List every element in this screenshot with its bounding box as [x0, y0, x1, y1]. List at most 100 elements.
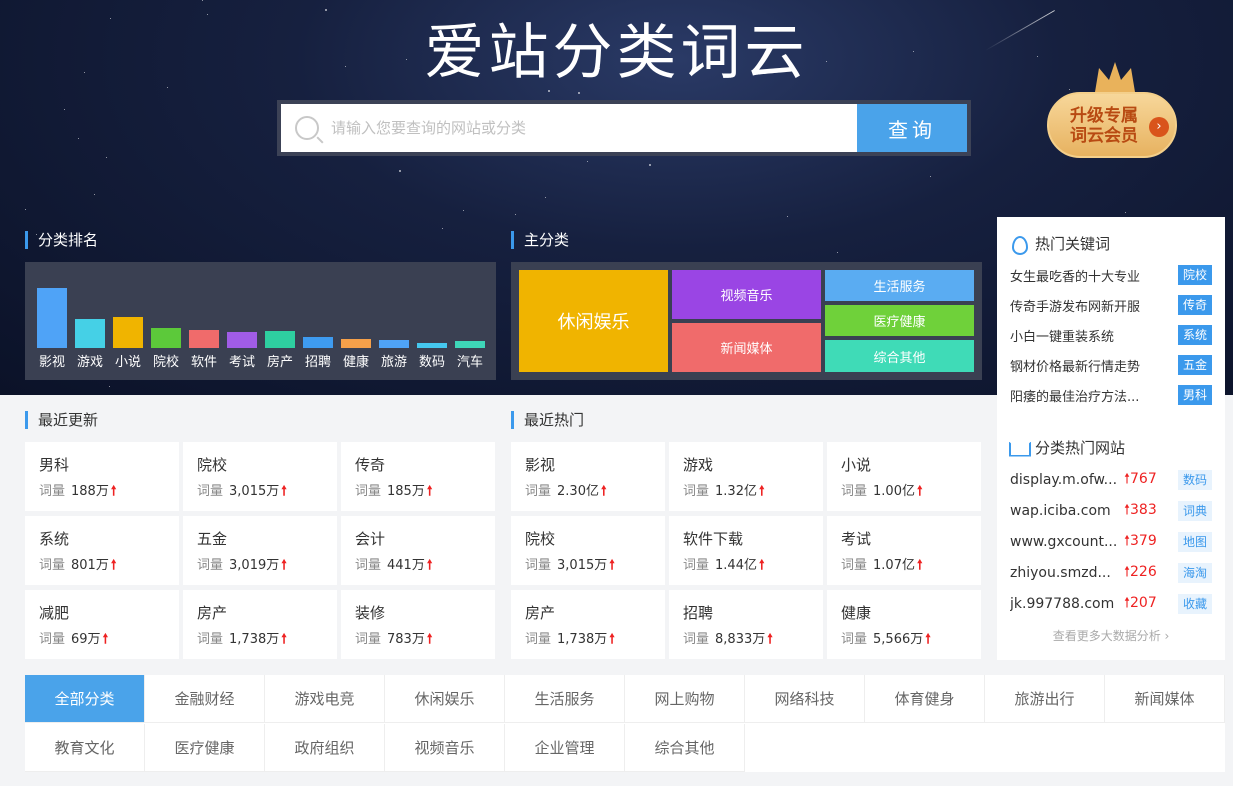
vip-upgrade-badge[interactable]: 升级专属 词云会员 › [1047, 62, 1177, 158]
ranking-label[interactable]: 汽车 [451, 351, 489, 370]
hot-site-row[interactable]: wap.iciba.com 🠕383 词典 [1010, 500, 1212, 522]
keyword-tag[interactable]: 传奇 [1177, 295, 1212, 315]
hot-keyword-row[interactable]: 女生最吃香的十大专业 院校 [1010, 264, 1212, 286]
ranking-bar[interactable] [37, 288, 67, 348]
ranking-label[interactable]: 旅游 [375, 351, 413, 370]
category-card[interactable]: 男科 词量 188万 🠕 [25, 442, 179, 511]
ranking-bar[interactable] [189, 330, 219, 348]
hot-keyword-row[interactable]: 小白一键重装系统 系统 [1010, 324, 1212, 346]
ranking-bar[interactable] [151, 328, 181, 348]
category-tab[interactable]: 医疗健康 [145, 724, 265, 772]
card-name: 影视 [525, 456, 556, 474]
category-card[interactable]: 传奇 词量 185万 🠕 [341, 442, 495, 511]
ranking-label[interactable]: 游戏 [71, 351, 109, 370]
search-input[interactable] [331, 119, 831, 137]
hot-keyword-row[interactable]: 传奇手游发布网新开服 传奇 [1010, 294, 1212, 316]
category-card[interactable]: 房产 词量 1,738万 🠕 [511, 590, 665, 659]
ranking-bar[interactable] [455, 341, 485, 348]
card-name: 男科 [39, 456, 70, 474]
category-card[interactable]: 考试 词量 1.07亿 🠕 [827, 516, 981, 585]
site-tag[interactable]: 海淘 [1177, 563, 1212, 583]
site-tag[interactable]: 地图 [1177, 532, 1212, 552]
category-card[interactable]: 院校 词量 3,015万 🠕 [511, 516, 665, 585]
ranking-bar[interactable] [341, 339, 371, 348]
ranking-label[interactable]: 招聘 [299, 351, 337, 370]
card-stat: 词量 1.44亿 🠕 [683, 554, 809, 578]
category-card[interactable]: 招聘 词量 8,833万 🠕 [669, 590, 823, 659]
keyword-tag[interactable]: 院校 [1177, 265, 1212, 285]
category-tab[interactable]: 旅游出行 [985, 675, 1105, 723]
category-tab[interactable]: 视频音乐 [385, 724, 505, 772]
up-arrow-icon: 🠕 [281, 558, 287, 573]
site-tag[interactable]: 收藏 [1177, 594, 1212, 614]
category-card[interactable]: 系统 词量 801万 🠕 [25, 516, 179, 585]
up-arrow-icon: 🠕 [609, 632, 615, 647]
ranking-bar[interactable] [303, 337, 333, 348]
ranking-label[interactable]: 影视 [33, 351, 71, 370]
category-tab[interactable]: 生活服务 [505, 675, 625, 723]
ranking-label[interactable]: 院校 [147, 351, 185, 370]
word-count: 801万 [71, 558, 109, 573]
ranking-title: 分类排名 [25, 231, 98, 249]
star-decoration [545, 197, 546, 198]
category-tab[interactable]: 企业管理 [505, 724, 625, 772]
category-card[interactable]: 院校 词量 3,015万 🠕 [183, 442, 337, 511]
category-card[interactable]: 五金 词量 3,019万 🠕 [183, 516, 337, 585]
category-tab[interactable]: 全部分类 [25, 675, 145, 723]
ranking-label[interactable]: 考试 [223, 351, 261, 370]
category-tab[interactable]: 教育文化 [25, 724, 145, 772]
ranking-bar[interactable] [265, 331, 295, 348]
hot-site-row[interactable]: display.m.ofw... 🠕767 数码 [1010, 469, 1212, 491]
hot-site-row[interactable]: zhiyou.smzd... 🠕226 海淘 [1010, 562, 1212, 584]
keyword-tag[interactable]: 五金 [1177, 355, 1212, 375]
ranking-label[interactable]: 软件 [185, 351, 223, 370]
category-tile[interactable]: 视频音乐 [672, 270, 821, 319]
category-tab[interactable]: 网上购物 [625, 675, 745, 723]
category-tile[interactable]: 生活服务 [825, 270, 974, 301]
card-stat: 词量 783万 🠕 [355, 628, 481, 652]
ranking-label[interactable]: 房产 [261, 351, 299, 370]
hot-site-row[interactable]: www.gxcount... 🠕379 地图 [1010, 531, 1212, 553]
hot-site-row[interactable]: jk.997788.com 🠕207 收藏 [1010, 593, 1212, 615]
card-name: 房产 [525, 604, 556, 622]
ranking-label[interactable]: 数码 [413, 351, 451, 370]
category-card[interactable]: 健康 词量 5,566万 🠕 [827, 590, 981, 659]
category-tab[interactable]: 网络科技 [745, 675, 865, 723]
category-tile[interactable]: 休闲娱乐 [519, 270, 668, 372]
category-card[interactable]: 会计 词量 441万 🠕 [341, 516, 495, 585]
more-analysis-link[interactable]: 查看更多大数据分析 › [997, 627, 1225, 644]
stat-label: 词量 [525, 484, 552, 499]
category-tab[interactable]: 休闲娱乐 [385, 675, 505, 723]
category-tile[interactable]: 综合其他 [825, 340, 974, 372]
category-card[interactable]: 装修 词量 783万 🠕 [341, 590, 495, 659]
site-tag[interactable]: 词典 [1177, 501, 1212, 521]
ranking-bar[interactable] [379, 340, 409, 348]
category-tile[interactable]: 医疗健康 [825, 305, 974, 336]
category-tab[interactable]: 游戏电竞 [265, 675, 385, 723]
site-tag[interactable]: 数码 [1177, 470, 1212, 490]
ranking-bar[interactable] [75, 319, 105, 348]
hot-keyword-row[interactable]: 阳痿的最佳治疗方法... 男科 [1010, 384, 1212, 406]
category-tab[interactable]: 新闻媒体 [1105, 675, 1225, 723]
category-tab[interactable]: 体育健身 [865, 675, 985, 723]
category-tab[interactable]: 金融财经 [145, 675, 265, 723]
word-count: 1,738万 [229, 632, 280, 647]
ranking-label[interactable]: 小说 [109, 351, 147, 370]
category-tab[interactable]: 政府组织 [265, 724, 385, 772]
category-card[interactable]: 小说 词量 1.00亿 🠕 [827, 442, 981, 511]
ranking-bar[interactable] [227, 332, 257, 348]
category-card[interactable]: 游戏 词量 1.32亿 🠕 [669, 442, 823, 511]
ranking-bar[interactable] [417, 343, 447, 348]
category-tab[interactable]: 综合其他 [625, 724, 745, 772]
ranking-bar[interactable] [113, 317, 143, 348]
category-card[interactable]: 减肥 词量 69万 🠕 [25, 590, 179, 659]
keyword-tag[interactable]: 系统 [1177, 325, 1212, 345]
search-button[interactable]: 查询 [857, 104, 967, 152]
category-tile[interactable]: 新闻媒体 [672, 323, 821, 372]
ranking-label[interactable]: 健康 [337, 351, 375, 370]
category-card[interactable]: 软件下载 词量 1.44亿 🠕 [669, 516, 823, 585]
category-card[interactable]: 房产 词量 1,738万 🠕 [183, 590, 337, 659]
hot-keyword-row[interactable]: 钢材价格最新行情走势 五金 [1010, 354, 1212, 376]
keyword-tag[interactable]: 男科 [1177, 385, 1212, 405]
category-card[interactable]: 影视 词量 2.30亿 🠕 [511, 442, 665, 511]
